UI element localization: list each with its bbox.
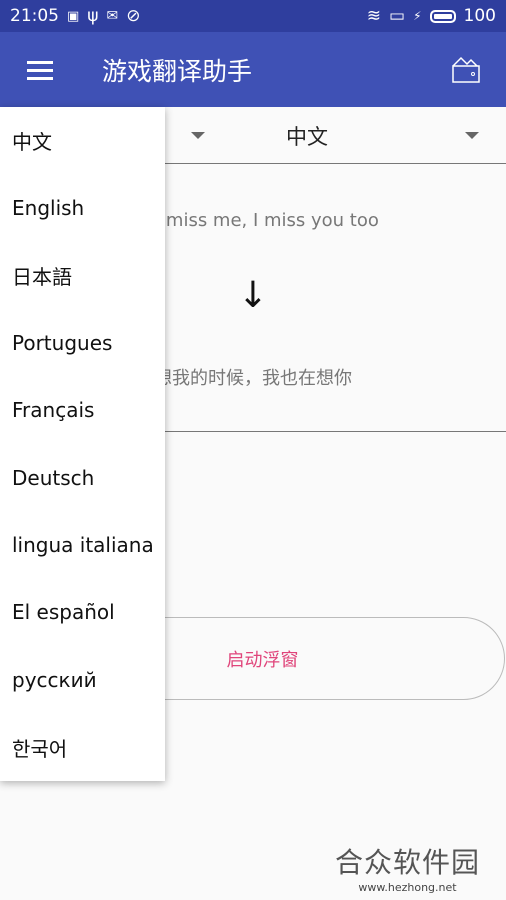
app-bar: 游戏翻译助手 — [0, 32, 506, 107]
watermark-url: www.hezhong.net — [358, 881, 457, 894]
mail-icon: ✉ — [106, 8, 119, 24]
status-bar: 21:05 ▣ ψ ✉ ⊘ ≋ ▭ ⚡ 100 — [0, 0, 506, 32]
check-circle-icon: ⊘ — [126, 6, 141, 26]
language-option[interactable]: 中文 — [0, 107, 165, 174]
dropdown-caret-icon — [191, 132, 205, 139]
charging-icon: ⚡ — [413, 9, 422, 23]
target-language-value: 中文 — [286, 124, 328, 149]
watermark: 合众软件园 www.hezhong.net — [335, 841, 480, 894]
wifi-icon: ≋ — [366, 6, 382, 26]
status-time: 21:05 — [10, 6, 59, 26]
wallet-button[interactable] — [426, 32, 506, 107]
float-button-label: 启动浮窗 — [226, 649, 299, 671]
language-option[interactable]: Français — [0, 377, 165, 444]
language-option[interactable]: 日本語 — [0, 242, 165, 309]
app-title: 游戏翻译助手 — [102, 56, 253, 86]
language-option[interactable]: Deutsch — [0, 444, 165, 511]
target-language-spinner[interactable]: 中文 — [253, 107, 506, 164]
language-option[interactable]: lingua italiana — [0, 511, 165, 578]
language-option[interactable]: English — [0, 174, 165, 241]
language-option[interactable]: русский — [0, 646, 165, 713]
sim-icon: ▭ — [389, 6, 406, 26]
wallet-icon — [452, 56, 480, 83]
battery-level: 100 — [463, 6, 496, 26]
watermark-name: 合众软件园 — [334, 846, 480, 879]
battery-icon — [429, 9, 456, 23]
language-option[interactable]: El español — [0, 579, 165, 646]
android-icon: ▣ — [67, 8, 80, 24]
dropdown-caret-icon — [465, 132, 479, 139]
menu-button[interactable] — [0, 32, 80, 107]
usb-icon: ψ — [87, 6, 99, 26]
language-dropdown: 中文 English 日本語 Portugues Français Deutsc… — [0, 107, 165, 781]
language-option[interactable]: Portugues — [0, 309, 165, 376]
language-option[interactable]: 한국어 — [0, 714, 165, 781]
hamburger-icon — [27, 60, 53, 80]
